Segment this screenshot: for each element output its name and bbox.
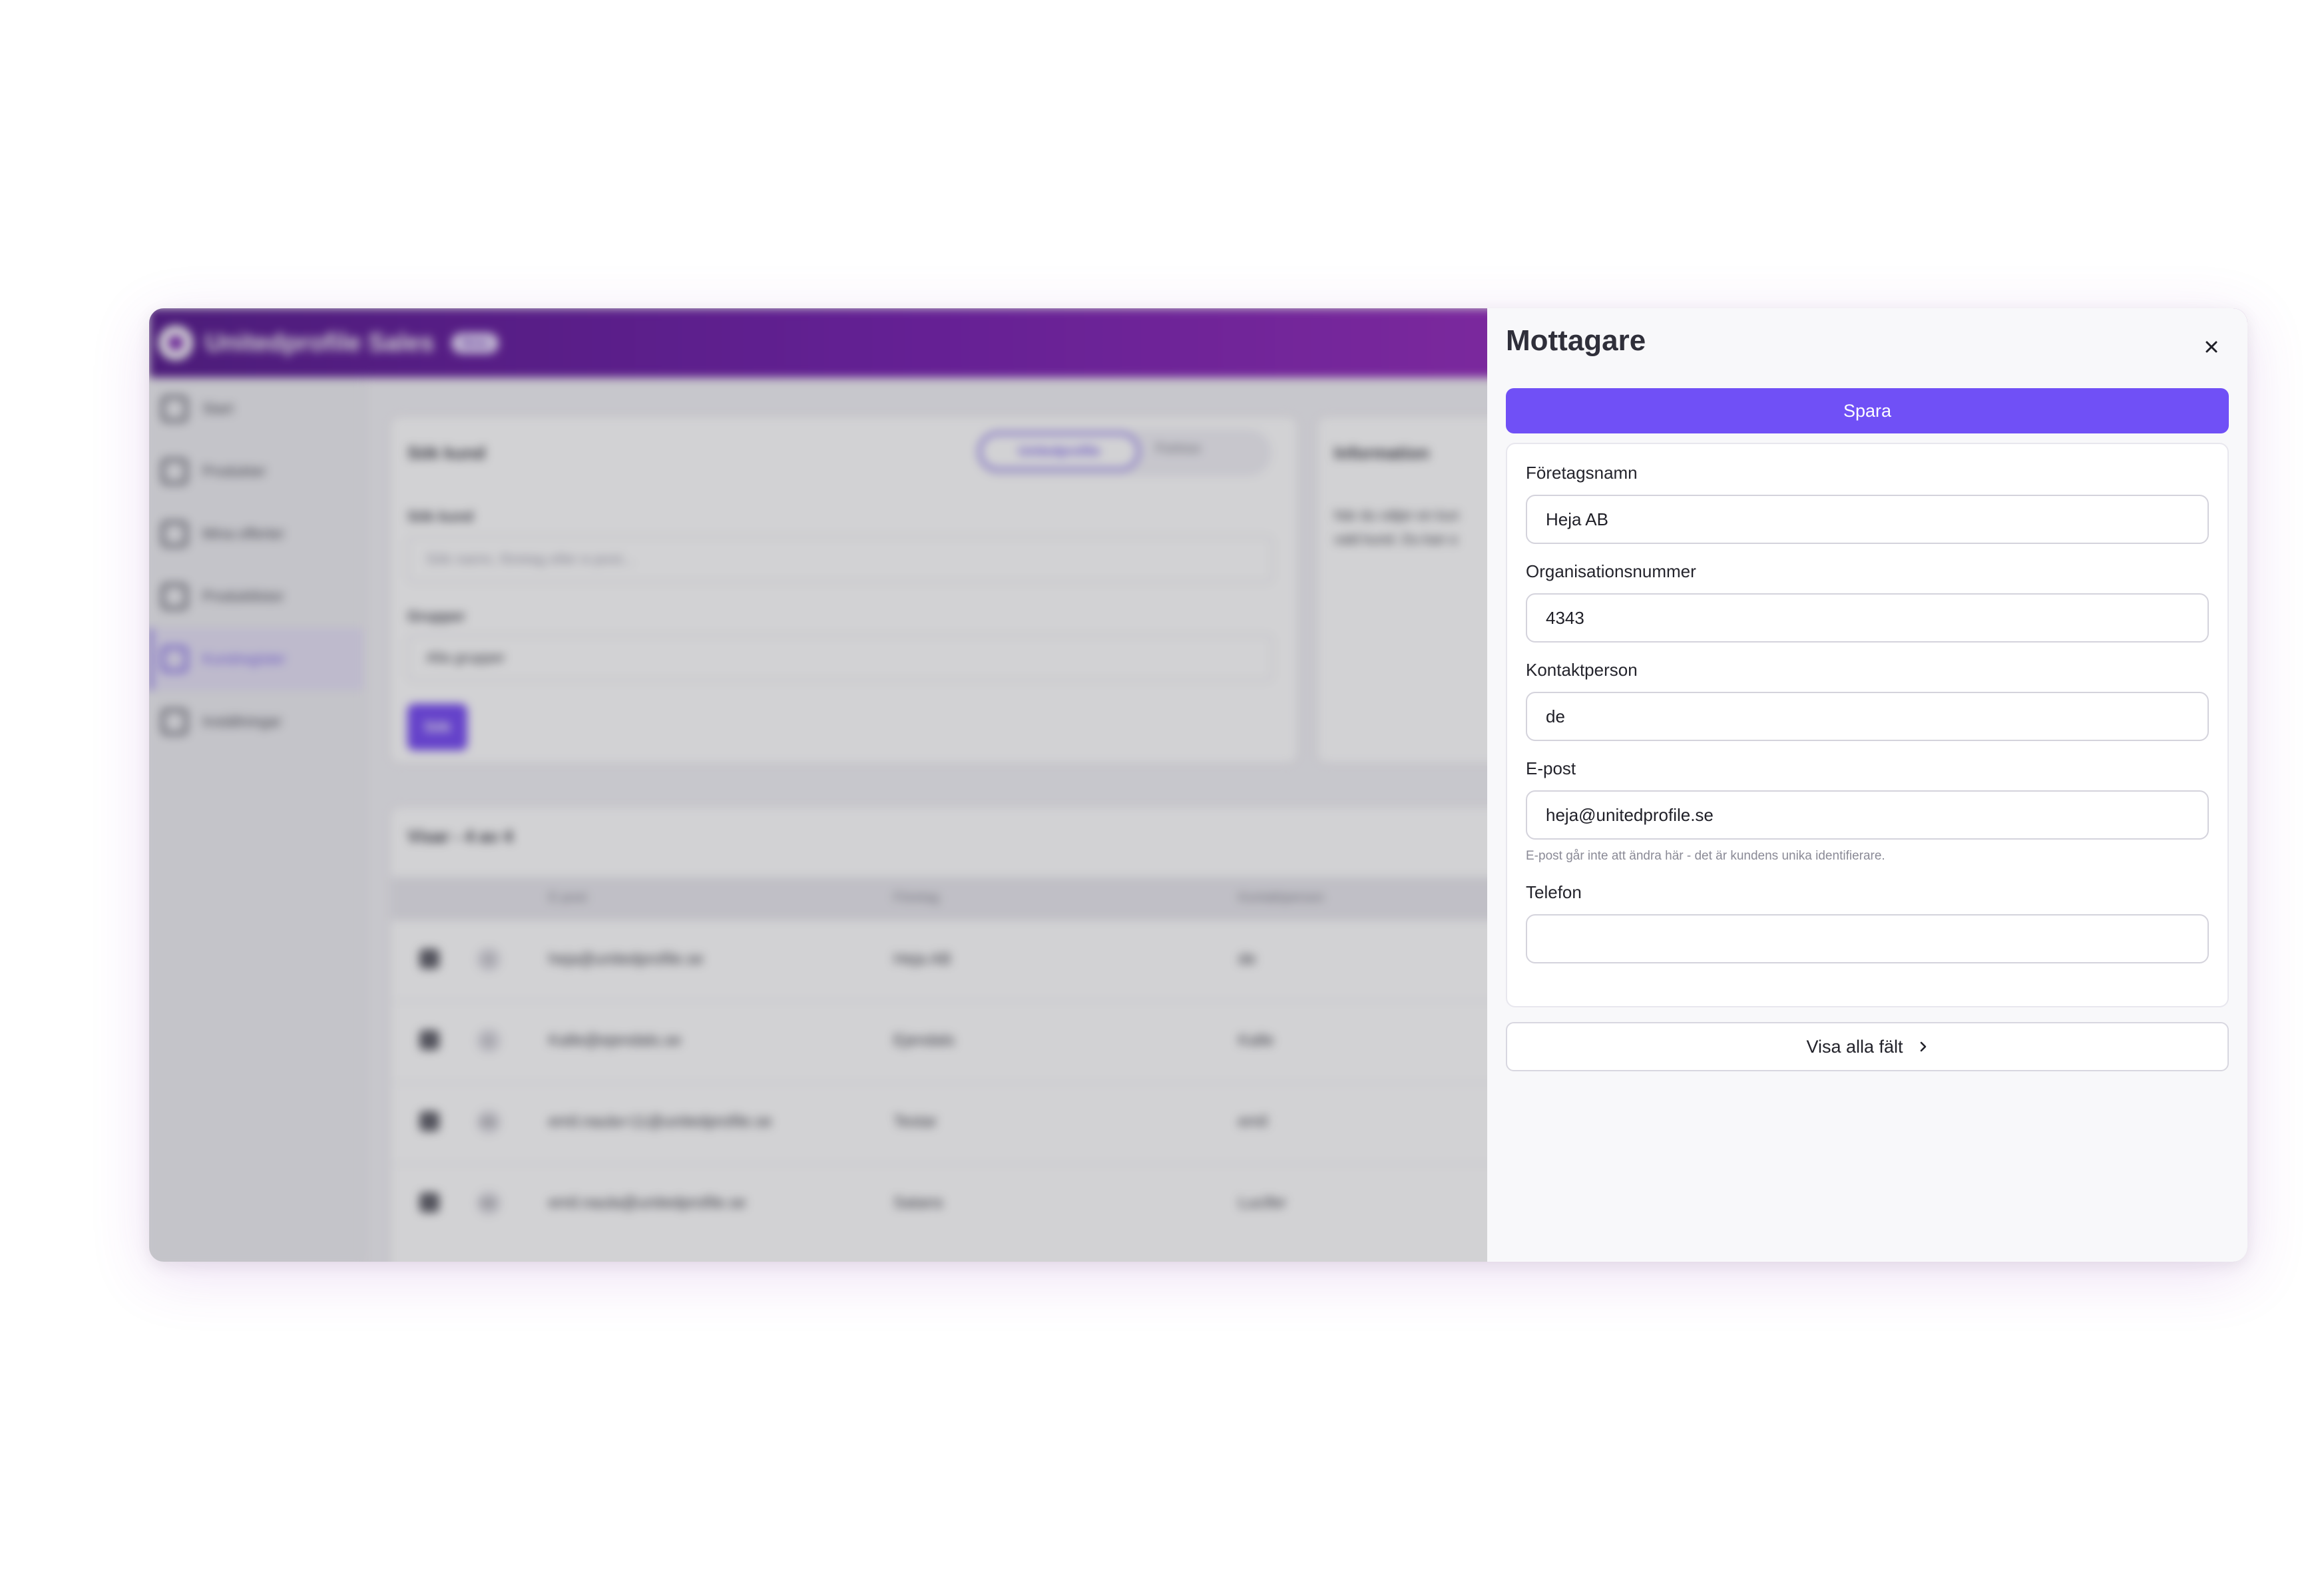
recipient-panel: Mottagare Spara Företagsnamn Organisatio… [1487,308,2247,1262]
contact-label: Kontaktperson [1526,660,1638,680]
show-all-fields-button[interactable]: Visa alla fält [1506,1022,2229,1071]
contact-field[interactable] [1526,692,2209,741]
orgnr-label: Organisationsnummer [1526,561,1696,581]
email-label: E-post [1526,758,1576,778]
phone-label: Telefon [1526,882,1582,902]
close-icon [2206,341,2217,353]
email-field[interactable] [1526,790,2209,840]
app-window: Unitedprofile Sales Beta Start Produkter… [149,308,2247,1262]
phone-field[interactable] [1526,914,2209,963]
close-button[interactable] [2197,332,2226,362]
company-label: Företagsnamn [1526,463,1638,483]
company-field[interactable] [1526,495,2209,544]
panel-title: Mottagare [1506,324,1646,357]
save-button[interactable]: Spara [1506,388,2229,433]
chevron-right-icon [1920,1041,1926,1052]
orgnr-field[interactable] [1526,593,2209,643]
recipient-form: Företagsnamn Organisationsnummer Kontakt… [1506,443,2229,1007]
show-all-fields-label: Visa alla fält [1806,1036,1903,1057]
email-hint: E-post går inte att ändra här - det är k… [1526,849,1885,863]
